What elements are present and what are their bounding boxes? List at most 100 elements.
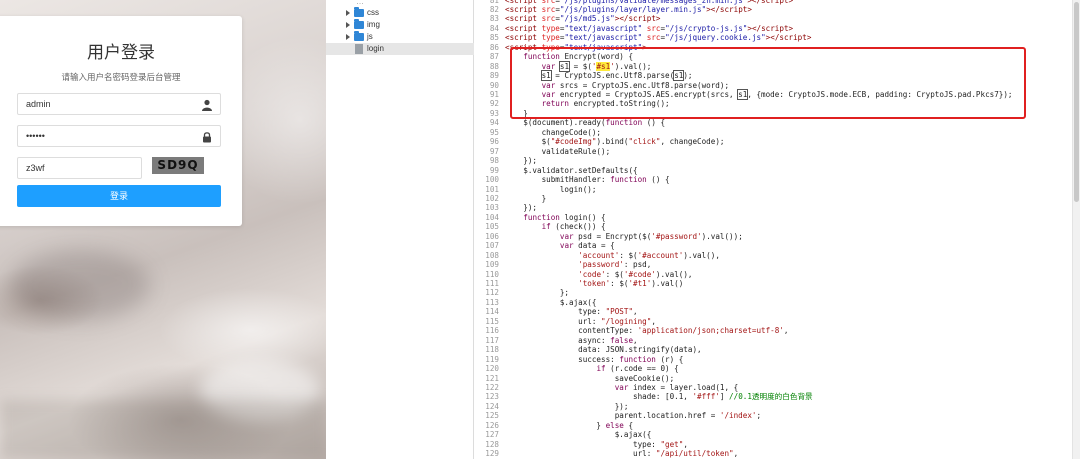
code-text: <script src="/js/plugins/layer/layer.min… <box>505 4 752 14</box>
code-line: 125 parent.location.href = '/index'; <box>475 411 1072 421</box>
username-field[interactable] <box>17 93 221 115</box>
code-line: 128 type: "get", <box>475 440 1072 450</box>
code-text: function Encrypt(word) { <box>523 52 634 62</box>
code-line: 110 'code': $('#code').val(), <box>475 270 1072 280</box>
scrollbar-thumb[interactable] <box>1074 2 1079 202</box>
code-text: var psd = Encrypt($('#password').val()); <box>559 231 743 241</box>
username-input[interactable] <box>18 94 198 114</box>
line-number: 105 <box>485 222 499 232</box>
line-number: 90 <box>489 80 499 90</box>
code-text: login(); <box>505 184 597 194</box>
line-number: 91 <box>489 90 499 99</box>
tree-item-login[interactable]: login <box>326 43 474 55</box>
code-text: type: "POST", <box>505 307 638 317</box>
code-text: 'code': $('#code').val(), <box>578 269 693 279</box>
captcha-input[interactable] <box>18 158 128 178</box>
expand-arrow-icon[interactable] <box>346 10 350 16</box>
line-number: 98 <box>489 156 499 166</box>
vertical-scrollbar[interactable] <box>1072 0 1080 459</box>
lock-icon <box>203 132 211 143</box>
code-line: 86 <script type="text/javascript"> <box>475 43 1072 53</box>
line-number: 111 <box>485 279 499 288</box>
line-number: 113 <box>485 297 499 307</box>
code-line: 115 url: "/logining", <box>475 317 1072 327</box>
code-line: 124 }); <box>475 402 1072 412</box>
expand-arrow-icon[interactable] <box>346 22 350 28</box>
line-number: 94 <box>489 118 499 128</box>
line-number: 84 <box>489 23 499 33</box>
line-number: 108 <box>485 250 499 260</box>
code-line: 118 data: JSON.stringify(data), <box>475 345 1072 355</box>
code-text: } <box>505 193 547 203</box>
code-text: if (check()) { <box>541 222 606 232</box>
tree-item-js[interactable]: js <box>326 31 474 43</box>
code-text: type: "get", <box>505 439 688 449</box>
code-line: 94 $(document).ready(function () { <box>475 118 1072 128</box>
code-text: }); <box>505 401 629 411</box>
code-line: 87 function Encrypt(word) { <box>475 52 1072 62</box>
line-number: 109 <box>485 260 499 270</box>
code-line: 89 s1 = CryptoJS.enc.Utf8.parse(s1); <box>475 70 1072 82</box>
code-line: 95 changeCode(); <box>475 128 1072 138</box>
captcha-field[interactable] <box>17 157 142 179</box>
line-number: 89 <box>489 71 499 81</box>
code-line: 109 'password': psd, <box>475 260 1072 270</box>
code-text: <script type="text/javascript"> <box>505 42 647 52</box>
tree-item-css[interactable]: css <box>326 7 474 19</box>
code-text: changeCode(); <box>505 127 602 137</box>
code-line: 88 var s1 = $('#s1').val(); <box>475 60 1072 72</box>
code-line: 121 saveCookie(); <box>475 374 1072 384</box>
background-blur <box>10 250 150 320</box>
folder-icon <box>354 19 364 29</box>
code-text: <script src="/js/md5.js"></script> <box>505 14 661 24</box>
line-number: 101 <box>485 184 499 194</box>
code-line: 106 var psd = Encrypt($('#password').val… <box>475 232 1072 242</box>
code-line: 101 login(); <box>475 185 1072 195</box>
code-text: success: function (r) { <box>505 354 684 364</box>
code-text: async: false, <box>505 335 638 345</box>
password-input[interactable] <box>18 126 198 146</box>
code-text: var data = { <box>559 241 615 251</box>
line-number: 97 <box>489 146 499 156</box>
code-text: var encrypted = CryptoJS.AES.encrypt(src… <box>541 89 1013 100</box>
code-text: url: "/logining", <box>505 316 656 326</box>
code-line: 120 if (r.code == 0) { <box>475 364 1072 374</box>
line-number: 118 <box>485 345 499 355</box>
code-line: 100 submitHandler: function () { <box>475 175 1072 185</box>
code-line: 104 function login() { <box>475 213 1072 223</box>
line-number: 100 <box>485 175 499 185</box>
code-text: } <box>505 108 528 118</box>
code-text: 'account': $('#account').val(), <box>578 250 720 260</box>
code-line: 90 var srcs = CryptoJS.enc.Utf8.parse(wo… <box>475 81 1072 91</box>
line-number: 125 <box>485 411 499 421</box>
captcha-image[interactable]: SD9Q <box>152 157 204 174</box>
code-text: shade: [0.1, '#fff'] //0.1透明度的白色背景 <box>505 392 813 402</box>
code-text: <script type="text/javascript" src="/js/… <box>505 23 794 33</box>
line-number: 88 <box>489 61 499 71</box>
line-number: 124 <box>485 401 499 411</box>
line-number: 129 <box>485 449 499 459</box>
tree-item-img[interactable]: img <box>326 19 474 31</box>
code-text: <script type="text/javascript" src="/js/… <box>505 33 812 43</box>
line-number: 92 <box>489 99 499 109</box>
code-text: }); <box>505 203 538 213</box>
code-line: 129 url: "/api/util/token", <box>475 449 1072 459</box>
login-button[interactable]: 登录 <box>17 185 221 207</box>
line-number: 112 <box>485 288 499 298</box>
password-field[interactable] <box>17 125 221 147</box>
code-text: $.validator.setDefaults({ <box>505 165 638 175</box>
line-number: 96 <box>489 137 499 147</box>
code-line: 84 <script type="text/javascript" src="/j… <box>475 24 1072 34</box>
line-number: 86 <box>489 42 499 52</box>
line-number: 121 <box>485 373 499 383</box>
code-text: $.ajax({ <box>505 430 652 440</box>
code-line: 119 success: function (r) { <box>475 355 1072 365</box>
line-number: 102 <box>485 193 499 203</box>
code-text: var srcs = CryptoJS.enc.Utf8.parse(word)… <box>541 80 730 90</box>
code-line: 108 'account': $('#account').val(), <box>475 251 1072 261</box>
line-number: 122 <box>485 382 499 392</box>
folder-icon <box>354 31 364 41</box>
expand-arrow-icon[interactable] <box>346 34 350 40</box>
code-viewer[interactable]: 81 <script src="/js/plugins/validate/mess… <box>475 0 1072 459</box>
line-number: 127 <box>485 430 499 440</box>
